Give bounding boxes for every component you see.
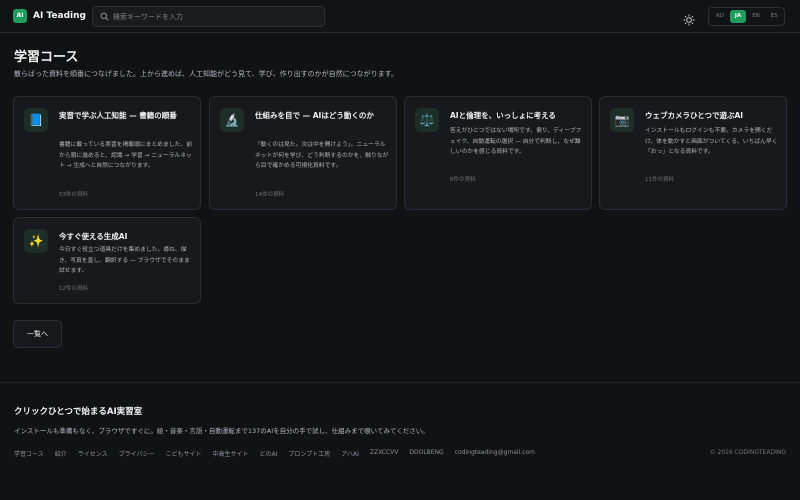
logo-mark: AI xyxy=(13,9,27,23)
footer-link-zzxccvv[interactable]: ZZXCCVV xyxy=(370,449,398,458)
course-card-title: 仕組みを目で — AIはどう動くのか xyxy=(255,111,374,120)
course-card-count: 11件の資料 xyxy=(645,177,674,183)
footer-link-teen-site[interactable]: 中高生サイト xyxy=(213,449,249,458)
footer-description: インストールも準備もなく、ブラウザですぐに。絵・音楽・言語・自動運転まで137の… xyxy=(14,427,429,435)
sun-icon xyxy=(683,14,695,26)
course-card-title: AIと倫理を、いっしょに考える xyxy=(450,111,556,120)
course-card-title: 今すぐ使える生成AI xyxy=(59,232,128,241)
footer-link-privacy[interactable]: プライバシー xyxy=(119,449,155,458)
footer-link-which-ai[interactable]: どのAI xyxy=(260,449,278,458)
microscope-icon: 🔬 xyxy=(220,108,244,132)
search-icon xyxy=(100,12,109,21)
logo[interactable]: AI AI Teading xyxy=(13,9,86,23)
search-input[interactable] xyxy=(113,9,318,24)
page-description: 散らばった資料を順番につなげました。上から進めば、人工知能がどう見て、学び、作り… xyxy=(14,70,398,78)
course-card-count: 14件の資料 xyxy=(255,192,284,198)
copyright: © 2026 CODINGTEADING xyxy=(709,449,786,456)
top-header: AI AI Teading KO JA EN ES xyxy=(0,0,800,33)
course-card-description: 答えがひとつではない場所です。偏り、ディープフェイク、自動運転の選択 — 自分で… xyxy=(450,128,582,155)
back-to-list-button[interactable]: 一覧へ xyxy=(13,320,62,348)
course-card-webcam[interactable]: 📷 ウェブカメラひとつで遊ぶAI インストールもログインも不要。カメラを開くだけ… xyxy=(599,96,787,210)
footer-link-aha-ai[interactable]: アハAI xyxy=(341,449,359,458)
lang-en-button[interactable]: EN xyxy=(748,10,764,23)
footer-link-kids-site[interactable]: こどもサイト xyxy=(166,449,202,458)
footer-title: クリックひとつで始まるAI実習室 xyxy=(14,407,143,417)
course-card-description: インストールもログインも不要。カメラを開くだけ。体を動かすと画面がついてくる、い… xyxy=(645,128,778,155)
lang-ja-button[interactable]: JA xyxy=(730,10,746,23)
page-title: 学習コース xyxy=(14,50,79,65)
course-card-count: 8件の資料 xyxy=(450,177,476,183)
footer-link-prompt-studio[interactable]: プロンプト工房 xyxy=(288,449,330,458)
language-switcher: KO JA EN ES xyxy=(708,7,785,26)
footer-links: 学習コース 紹介 ライセンス プライバシー こどもサイト 中高生サイト どのAI… xyxy=(14,449,546,458)
logo-text: AI Teading xyxy=(33,11,86,21)
footer: クリックひとつで始まるAI実習室 インストールも準備もなく、ブラウザですぐに。絵… xyxy=(0,382,800,500)
lang-es-button[interactable]: ES xyxy=(766,10,782,23)
camera-icon: 📷 xyxy=(610,108,634,132)
footer-link-courses[interactable]: 学習コース xyxy=(14,449,44,458)
course-card-description: 「動くのは見た。次は中を開けよう」。ニューラルネットが何を学び、どう判断するのか… xyxy=(255,142,389,169)
theme-toggle-button[interactable] xyxy=(683,11,695,26)
course-card-generative[interactable]: ✨ 今すぐ使える生成AI 今日すぐ役立つ道具だけを集めました。尋ね、描き、写真を… xyxy=(13,217,201,304)
course-card-description: 書籍に載っている実習を掲載順にまとめました。前から順に進めると、認識 → 学習 … xyxy=(59,142,193,169)
lang-ko-button[interactable]: KO xyxy=(712,10,728,23)
course-card-title: 実習で学ぶ人工知能 — 書籍の順番 xyxy=(59,111,177,120)
sparkles-icon: ✨ xyxy=(24,229,48,253)
footer-link-email[interactable]: codingteading@gmail.com xyxy=(455,449,535,458)
course-card-mechanism[interactable]: 🔬 仕組みを目で — AIはどう動くのか 「動くのは見た。次は中を開けよう」。ニ… xyxy=(209,96,397,210)
book-icon: 📘 xyxy=(24,108,48,132)
scales-icon: ⚖️ xyxy=(415,108,439,132)
footer-link-about[interactable]: 紹介 xyxy=(55,449,67,458)
footer-link-ddolbeng[interactable]: DDOLBENG xyxy=(409,449,443,458)
search-box[interactable] xyxy=(92,6,325,27)
course-card-count: 12件の資料 xyxy=(59,286,88,292)
footer-link-license[interactable]: ライセンス xyxy=(78,449,108,458)
course-card-description: 今日すぐ役立つ道具だけを集めました。尋ね、描き、写真を直し、翻訳する — ブラウ… xyxy=(59,247,190,274)
course-card-count: 53件の資料 xyxy=(59,192,88,198)
course-card-ethics[interactable]: ⚖️ AIと倫理を、いっしょに考える 答えがひとつではない場所です。偏り、ディー… xyxy=(404,96,592,210)
course-card-book[interactable]: 📘 実習で学ぶ人工知能 — 書籍の順番 書籍に載っている実習を掲載順にまとめまし… xyxy=(13,96,201,210)
course-card-title: ウェブカメラひとつで遊ぶAI xyxy=(645,111,744,120)
